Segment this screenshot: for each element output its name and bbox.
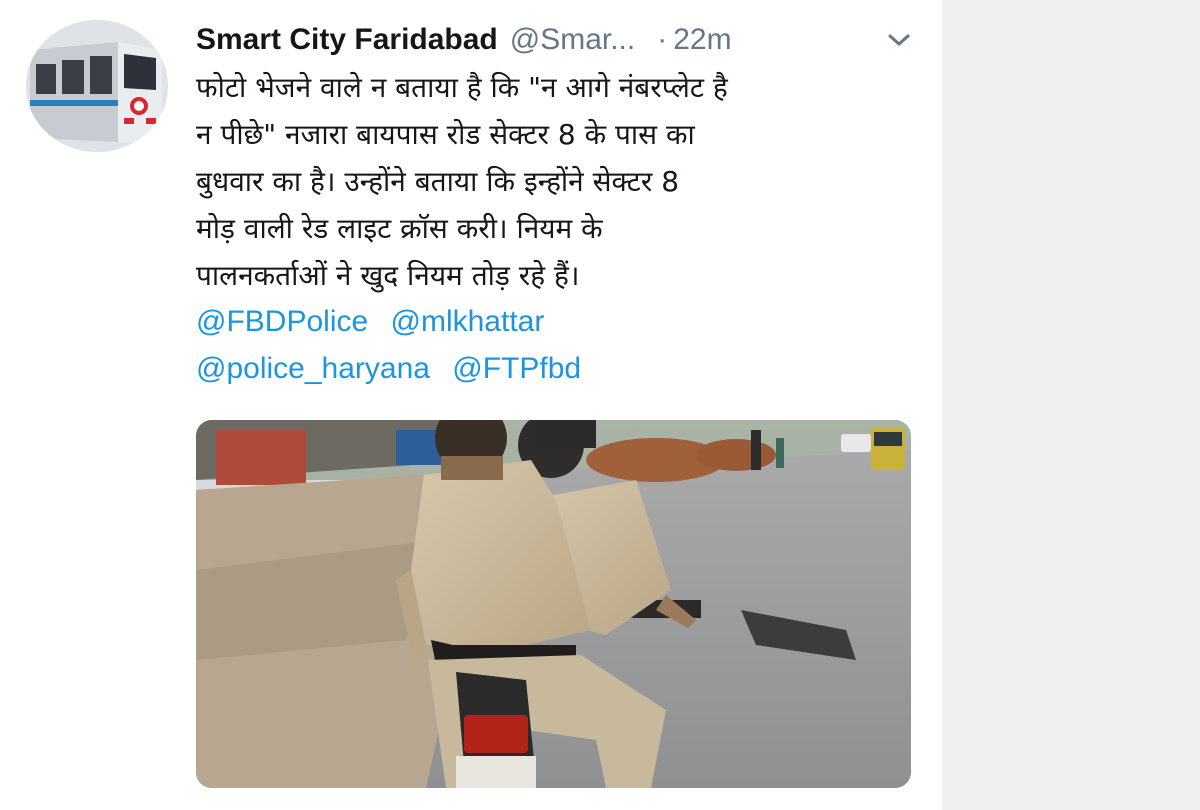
side-panel: [942, 0, 1200, 810]
mention-link[interactable]: @FBDPolice: [196, 305, 368, 338]
tweet-mentions: @FBDPolice @mlkhattar @police_haryana @F…: [196, 298, 916, 392]
tweet-header: Smart City Faridabad @Smar... · 22m: [196, 18, 918, 62]
tweet-text-line: पालनकर्ताओं ने खुद नियम तोड़ रहे हैं।: [196, 259, 580, 292]
tweet-timestamp[interactable]: 22m: [673, 23, 731, 57]
mention-link[interactable]: @FTPfbd: [452, 352, 581, 385]
author-display-name[interactable]: Smart City Faridabad: [196, 23, 498, 57]
tweet-text-line: बुधवार का है। उन्होंने बताया कि इन्होंने…: [196, 165, 680, 198]
metro-train-icon: [26, 20, 168, 152]
mention-link[interactable]: @mlkhattar: [391, 305, 545, 338]
tweet-text-line: फोटो भेजने वाले न बताया है कि "न आगे नंब…: [196, 71, 728, 104]
avatar[interactable]: [26, 20, 168, 152]
police-motorcycle-photo: [196, 420, 911, 788]
mention-link[interactable]: @police_haryana: [196, 352, 430, 385]
tweet-text-line: मोड़ वाली रेड लाइट क्रॉस करी। नियम के: [196, 212, 603, 245]
tweet-photo[interactable]: [196, 420, 911, 788]
tweet-text-line: न पीछे" नजारा बायपास रोड सेक्टर 8 के पास…: [196, 118, 695, 151]
tweet-text: फोटो भेजने वाले न बताया है कि "न आगे नंब…: [196, 64, 916, 299]
separator-dot: ·: [657, 23, 668, 56]
chevron-down-icon[interactable]: [887, 30, 911, 50]
author-handle[interactable]: @Smar...: [510, 23, 635, 57]
